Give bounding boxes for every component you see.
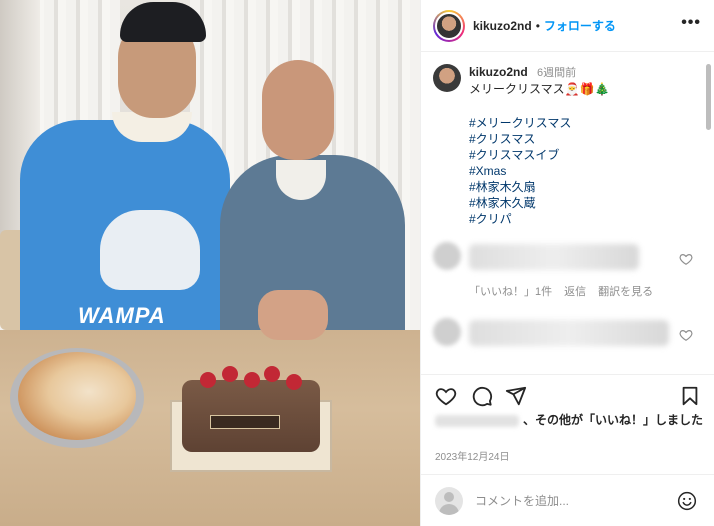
hashtag-link[interactable]: #Xmas [469,163,609,179]
pie [18,352,136,440]
man-right-head [262,60,334,160]
comment-bar [421,474,714,526]
hashtag-link[interactable]: #林家木久蔵 [469,195,609,211]
blurred-comment-text [469,320,669,346]
sweater-text: WAMPA [78,303,166,328]
scrollbar-thumb[interactable] [706,64,711,130]
blurred-comment [433,316,693,352]
more-icon[interactable]: ••• [681,14,701,32]
caption-body: kikuzo2nd 6週間前 メリークリスマス🎅🎁🎄 #メリークリスマス #クリ… [469,64,609,227]
hashtag-link[interactable]: #クリスマス [469,131,609,147]
blurred-username [435,414,519,427]
man-left-cap [120,2,206,42]
comment-icon[interactable] [471,385,493,407]
blurred-comment [433,240,693,276]
strawberry [222,366,238,382]
hashtag-list: #メリークリスマス #クリスマス #クリスマスイブ #Xmas #林家木久扇 #… [469,115,609,227]
comment-input[interactable] [475,493,655,508]
user-avatar [435,486,463,515]
likes-text: 、その他が「いいね！」しました [523,413,704,427]
heart-icon[interactable] [679,328,693,342]
translate-link[interactable]: 翻訳を見る [598,283,653,299]
blurred-comment-text [469,244,639,270]
hashtag-link[interactable]: #クリパ [469,211,609,227]
post-panel: kikuzo2nd • フォローする ••• kikuzo2nd 6週間前 メリ… [420,0,714,526]
caption-time[interactable]: 6週間前 [537,67,576,79]
follow-button[interactable]: フォローする [544,17,616,34]
caption-username[interactable]: kikuzo2nd [469,65,528,79]
avatar[interactable] [435,11,463,40]
comment-meta: 「いいね！」1件 返信 翻訳を見る [469,283,653,299]
cake-plaque [210,415,280,429]
strawberry [264,366,280,382]
strawberry [200,372,216,388]
smiley-icon[interactable] [677,491,697,511]
post-photo[interactable]: WAMPA [0,0,420,526]
hashtag-link[interactable]: #林家木久扇 [469,179,609,195]
caption: kikuzo2nd 6週間前 メリークリスマス🎅🎁🎄 #メリークリスマス #クリ… [433,64,701,227]
strawberry [286,374,302,390]
heart-icon[interactable] [679,252,693,266]
avatar[interactable] [433,318,461,346]
post-header: kikuzo2nd • フォローする ••• [421,0,714,52]
wampa-graphic [100,210,200,290]
reply-link[interactable]: 返信 [564,283,586,299]
caption-text: メリークリスマス🎅🎁🎄 [469,82,610,96]
man-right-hands [258,290,328,340]
story-ring[interactable] [433,9,465,42]
avatar[interactable] [433,242,461,270]
share-icon[interactable] [505,385,527,407]
post-date[interactable]: 2023年12月24日 [435,448,510,463]
strawberry [244,372,260,388]
action-bar [421,374,714,414]
separator-dot: • [535,18,540,33]
heart-icon[interactable] [435,385,457,407]
hashtag-link[interactable]: #クリスマスイブ [469,147,609,163]
bookmark-icon[interactable] [679,385,701,407]
comment-likes-link[interactable]: 「いいね！」1件 [469,283,552,299]
header-username[interactable]: kikuzo2nd [473,19,532,33]
avatar[interactable] [433,64,461,92]
hashtag-link[interactable]: #メリークリスマス [469,115,609,131]
likes-summary[interactable]: 、その他が「いいね！」しました [435,412,705,428]
